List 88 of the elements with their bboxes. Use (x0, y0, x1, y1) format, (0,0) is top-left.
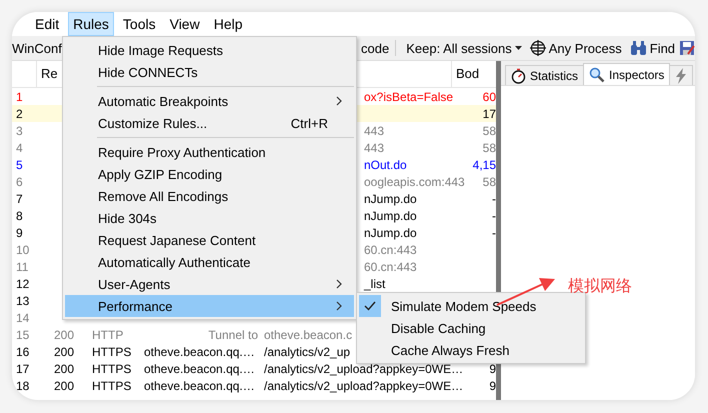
row-number: 14 (15, 310, 30, 324)
body-cell-text: 4,15 (472, 158, 496, 172)
url-cell: /analytics/v2_upload?appkey=0WE… (264, 378, 464, 392)
lightning-icon (675, 68, 688, 84)
toolbar-text: WinConf (12, 40, 62, 56)
url-cell: /analytics/v2_upload?appkey=0WE… (264, 362, 464, 376)
caret-icon (514, 46, 522, 50)
toolbar-text: code (361, 40, 390, 56)
menu-bar-item[interactable]: View (164, 12, 205, 36)
panel-tab[interactable]: Inspectors (583, 63, 670, 85)
menu-item[interactable]: Apply GZIP Encoding (65, 163, 354, 185)
menu-bar-item[interactable]: Edit (30, 12, 64, 36)
url-cell: ox?isBeta=False (364, 90, 454, 104)
magnifier-icon (589, 66, 606, 82)
binoculars-icon (630, 40, 647, 56)
menu-bar-item[interactable]: Help (208, 12, 248, 36)
url-cell: 443 (364, 140, 384, 154)
url-cell: 60.cn:443 (364, 242, 417, 256)
url-cell: otheve.beacon.c (264, 328, 352, 342)
annotation-label: 模拟网络 (568, 276, 632, 297)
result-cell-text: 200 (54, 344, 76, 358)
row-number: 17 (15, 362, 30, 376)
menu-bar-item[interactable]: Tools (118, 12, 161, 36)
body-cell-text: 9 (488, 362, 496, 376)
protocol-cell-text: HTTPS (92, 344, 132, 358)
protocol-cell-text: HTTPS (92, 378, 132, 392)
host-cell-text: otheve.beacon.qq.… (144, 344, 256, 358)
menu-item[interactable]: Simulate Modem Speeds (357, 295, 585, 317)
menu-item[interactable]: User-Agents (65, 273, 354, 295)
checkmark-icon (364, 301, 376, 311)
url-cell: 443 (364, 124, 384, 138)
body-cell-text: - (491, 208, 496, 222)
menu-item[interactable]: Hide CONNECTs (65, 61, 354, 83)
url-cell: nJump.do (364, 226, 417, 240)
protocol-cell-text: HTTPS (92, 362, 132, 376)
result-cell-text: 200 (54, 328, 76, 342)
menu-item[interactable]: Hide 304s (65, 207, 354, 229)
result-cell-text: 200 (54, 362, 76, 376)
body-cell-text: 58 (482, 140, 496, 154)
menu-item[interactable]: Request Japanese Content (65, 229, 354, 251)
body-cell-text: - (491, 226, 496, 240)
session-row[interactable]: 18 200 HTTPS otheve.beacon.qq.… /analytics/v2_upload?appkey=0WE… 9 (12, 377, 496, 394)
menu-item[interactable]: Remove All Encodings (65, 185, 354, 207)
menu-bar-item[interactable]: Rules (68, 12, 114, 36)
url-cell: nJump.do (364, 208, 417, 222)
menu-item[interactable]: Hide Image Requests (65, 39, 354, 61)
host-cell-text: otheve.beacon.qq.… (144, 362, 256, 376)
url-cell: oogleapis.com:443 (364, 174, 465, 188)
url-cell: nOut.do (364, 158, 407, 172)
session-row[interactable]: 17 200 HTTPS otheve.beacon.qq.… /analytics/v2_upload?appkey=0WE… 9 (12, 360, 496, 377)
host-cell-text: otheve.beacon.qq.… (144, 378, 256, 392)
body-cell-text: 58 (482, 174, 496, 188)
menu-item[interactable]: Cache Always Fresh (357, 339, 585, 361)
keep-sessions-dropdown[interactable]: Keep: All sessions (402, 40, 526, 56)
result-cell-text: 200 (54, 378, 76, 392)
protocol-cell-text: HTTP (92, 328, 124, 342)
row-number: 5 (15, 158, 24, 172)
url-cell: /analytics/v2_up (264, 344, 350, 358)
body-cell-text: 60 (482, 90, 496, 104)
row-number: 15 (15, 328, 30, 342)
row-number: 3 (15, 124, 24, 138)
menu-item[interactable]: Automatic Breakpoints (65, 90, 354, 112)
row-number: 18 (15, 378, 30, 392)
stopwatch-icon (511, 68, 526, 84)
body-cell-text: 58 (482, 124, 496, 138)
host-cell-text: Tunnel to (207, 328, 259, 342)
body-cell-text: 9 (488, 378, 496, 392)
row-number: 10 (15, 242, 30, 256)
find-button[interactable]: Find (626, 40, 680, 56)
save-icon[interactable] (679, 40, 695, 56)
url-cell: nJump.do (364, 192, 417, 206)
lightning-tab[interactable] (669, 65, 694, 85)
row-number: 16 (15, 344, 30, 358)
menu-item[interactable]: Disable Caching (357, 317, 585, 339)
chevron-right-icon (336, 96, 342, 106)
chevron-right-icon (336, 301, 342, 311)
panel-tab[interactable]: Statistics (505, 65, 584, 85)
menu-item[interactable]: Automatically Authenticate (65, 251, 354, 273)
body-cell-text: 17 (482, 106, 496, 120)
any-process-button[interactable]: Any Process (526, 40, 626, 56)
chevron-right-icon (336, 279, 342, 289)
menu-item[interactable]: Customize Rules... Ctrl+R (65, 112, 354, 134)
crosshair-icon (530, 40, 546, 56)
row-number: 2 (15, 106, 24, 120)
menu-item[interactable]: Performance (65, 295, 354, 317)
menu-item[interactable]: Require Proxy Authentication (65, 141, 354, 163)
column-header[interactable]: Bod (451, 61, 496, 87)
body-cell-text: - (491, 192, 496, 206)
